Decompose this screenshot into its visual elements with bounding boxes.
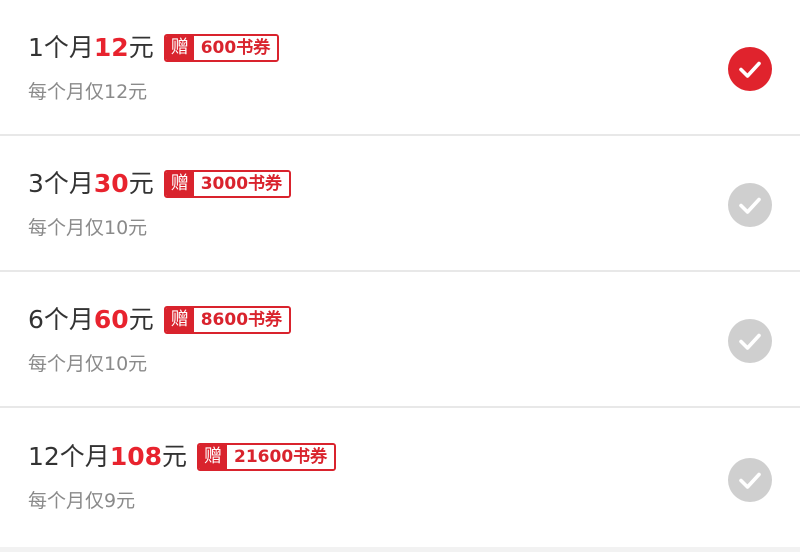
checkmark-circle-icon[interactable] bbox=[728, 319, 772, 363]
plan-title: 6个月 60 元 赠 8600书券 bbox=[28, 304, 292, 336]
plan-monthly-price: 每个月仅10元 bbox=[28, 217, 148, 239]
plan-title: 3个月 30 元 赠 3000书券 bbox=[28, 168, 292, 200]
plan-period: 12个月 bbox=[28, 442, 110, 471]
gift-amount: 21600书券 bbox=[227, 445, 335, 469]
gift-amount: 3000书券 bbox=[193, 172, 290, 196]
plan-title: 12个月 108 元 赠 21600书券 bbox=[28, 441, 337, 473]
gift-badge: 赠 21600书券 bbox=[197, 443, 337, 471]
plan-title: 1个月 12 元 赠 600书券 bbox=[28, 32, 280, 64]
plan-price: 108 bbox=[109, 442, 162, 471]
gift-badge: 赠 600书券 bbox=[163, 34, 280, 62]
plan-option-6-months[interactable]: 6个月 60 元 赠 8600书券 每个月仅10元 bbox=[0, 272, 800, 408]
plan-monthly-price: 每个月仅10元 bbox=[28, 353, 148, 375]
plan-price: 60 bbox=[93, 305, 129, 334]
plan-period: 6个月 bbox=[28, 305, 94, 334]
gift-badge: 赠 3000书券 bbox=[163, 170, 292, 198]
plan-option-3-months[interactable]: 3个月 30 元 赠 3000书券 每个月仅10元 bbox=[0, 136, 800, 272]
gift-amount: 600书券 bbox=[193, 36, 278, 60]
plan-price-unit: 元 bbox=[128, 305, 154, 334]
plan-period: 3个月 bbox=[28, 169, 94, 198]
checkmark-circle-icon[interactable] bbox=[728, 458, 772, 502]
gift-tag: 赠 bbox=[165, 308, 194, 332]
gift-amount: 8600书券 bbox=[193, 308, 290, 332]
plan-price-unit: 元 bbox=[162, 442, 188, 471]
checkmark-circle-icon[interactable] bbox=[728, 47, 772, 91]
plan-price: 12 bbox=[93, 33, 129, 62]
plan-option-12-months[interactable]: 12个月 108 元 赠 21600书券 每个月仅9元 bbox=[0, 409, 800, 547]
plan-monthly-price: 每个月仅9元 bbox=[28, 490, 136, 512]
plan-price-unit: 元 bbox=[128, 169, 154, 198]
plan-price-unit: 元 bbox=[128, 33, 154, 62]
plan-price: 30 bbox=[93, 169, 129, 198]
gift-tag: 赠 bbox=[199, 445, 228, 469]
gift-tag: 赠 bbox=[165, 36, 194, 60]
plan-option-1-month[interactable]: 1个月 12 元 赠 600书券 每个月仅12元 bbox=[0, 0, 800, 136]
plan-period: 1个月 bbox=[28, 33, 94, 62]
plan-monthly-price: 每个月仅12元 bbox=[28, 81, 148, 103]
checkmark-circle-icon[interactable] bbox=[728, 183, 772, 227]
gift-tag: 赠 bbox=[165, 172, 194, 196]
gift-badge: 赠 8600书券 bbox=[163, 306, 292, 334]
subscription-plan-list: 1个月 12 元 赠 600书券 每个月仅12元 3个月 30 元 赠 3000… bbox=[0, 0, 800, 547]
